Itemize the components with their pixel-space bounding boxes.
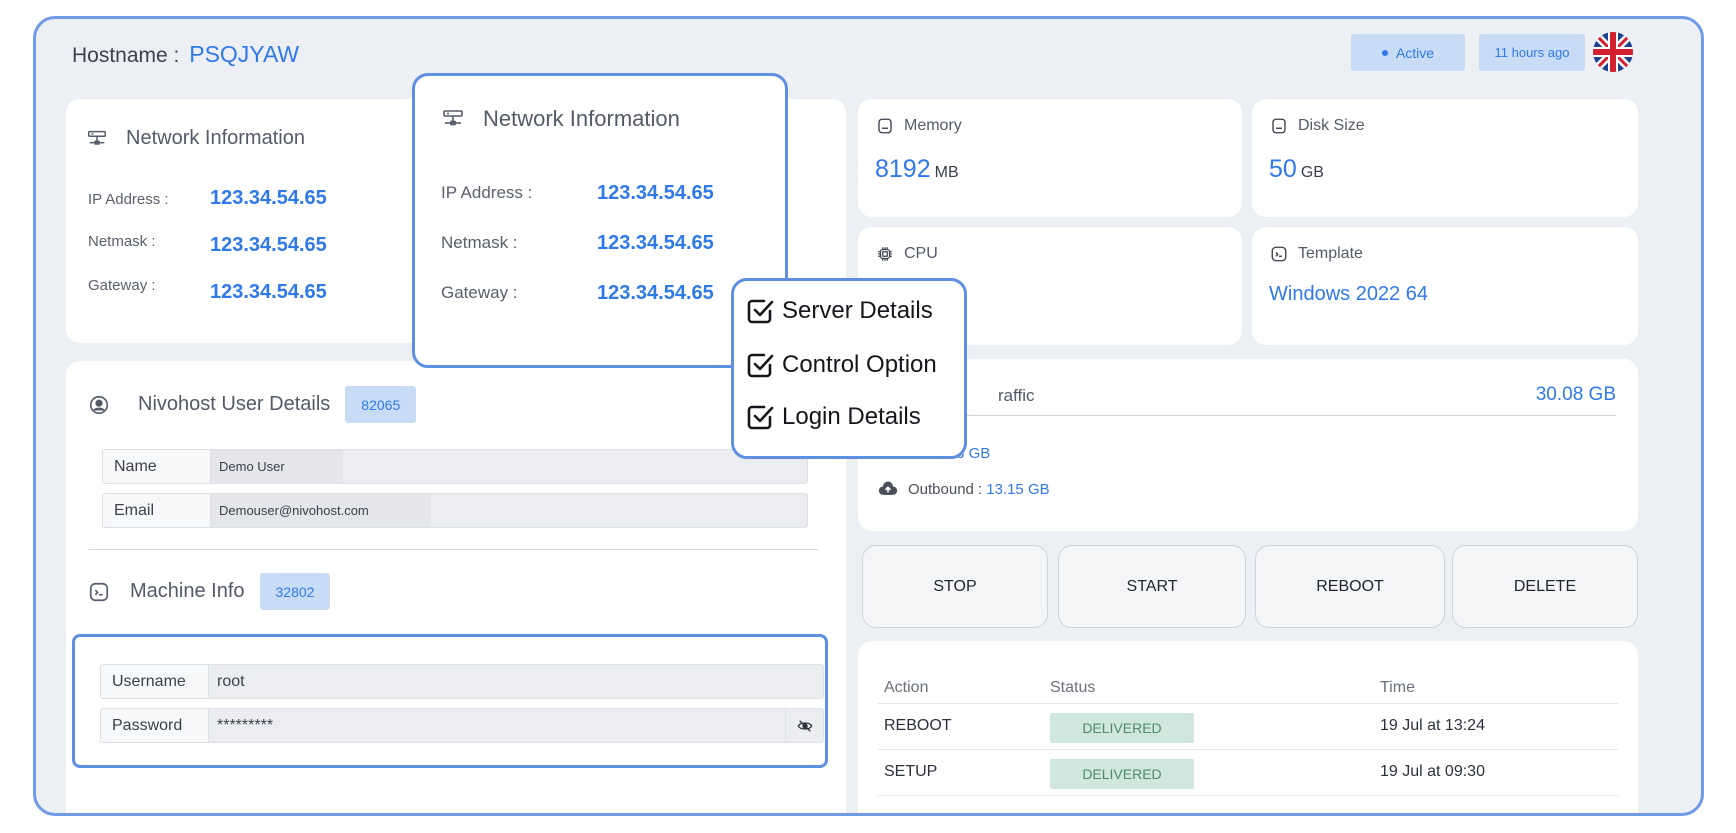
disk-card: Disk Size 50 GB bbox=[1252, 99, 1638, 217]
traffic-card: raffic 30.08 GB d : 16.93 GB Outbound : … bbox=[858, 359, 1638, 531]
template-value: Windows 2022 64 bbox=[1269, 283, 1428, 305]
machine-info-title: Machine Info bbox=[130, 580, 245, 602]
disk-icon bbox=[1272, 118, 1286, 134]
checklist-item-server-details: Server Details bbox=[744, 295, 933, 327]
network-icon bbox=[443, 110, 463, 126]
reboot-button[interactable]: REBOOT bbox=[1255, 545, 1445, 628]
disk-title: Disk Size bbox=[1270, 117, 1365, 135]
outbound-label: Outbound : bbox=[908, 480, 983, 498]
popup-network-title-text: Network Information bbox=[483, 106, 680, 131]
outbound-value: 13.15 GB bbox=[986, 480, 1050, 498]
checklist-label: Server Details bbox=[782, 297, 933, 324]
cloud-upload-icon bbox=[878, 481, 898, 495]
popup-network-title: Network Information bbox=[441, 106, 680, 132]
status-badge: Active bbox=[1351, 34, 1465, 71]
popup-ip-label: IP Address : bbox=[441, 183, 533, 202]
name-label: Name bbox=[103, 450, 211, 483]
user-circle-icon bbox=[89, 395, 109, 414]
row-action: REBOOT bbox=[884, 717, 952, 734]
actions-card: Action Status Time REBOOT DELIVERED 19 J… bbox=[858, 641, 1638, 813]
template-label: Template bbox=[1298, 245, 1363, 262]
email-label: Email bbox=[103, 494, 211, 527]
cpu-title: CPU bbox=[876, 245, 938, 263]
gateway-value: 123.34.54.65 bbox=[210, 281, 327, 303]
stop-button[interactable]: STOP bbox=[862, 545, 1048, 628]
outbound-row: Outbound : 13.15 GB bbox=[878, 479, 1050, 499]
cpu-icon bbox=[878, 247, 892, 261]
disk-unit: GB bbox=[1300, 164, 1324, 181]
divider bbox=[88, 549, 818, 550]
uk-flag-icon[interactable] bbox=[1593, 32, 1633, 72]
network-icon bbox=[88, 130, 106, 145]
disk-number: 50 bbox=[1269, 155, 1297, 183]
email-value[interactable]: Demouser@nivohost.com bbox=[211, 494, 431, 527]
netmask-value: 123.34.54.65 bbox=[210, 234, 327, 256]
memory-icon bbox=[878, 118, 892, 134]
popup-ip-value: 123.34.54.65 bbox=[597, 182, 714, 204]
hostname-label: Hostname : bbox=[72, 44, 180, 67]
header-time: Time bbox=[1380, 679, 1415, 696]
last-seen-badge: 11 hours ago bbox=[1479, 34, 1585, 71]
user-details-title: Nivohost User Details bbox=[138, 393, 331, 415]
user-id-badge: 82065 bbox=[345, 386, 417, 423]
row-time: 19 Jul at 09:30 bbox=[1380, 763, 1485, 780]
row-time: 19 Jul at 13:24 bbox=[1380, 717, 1485, 734]
network-card-title: Network Information bbox=[86, 127, 305, 150]
machine-info-header: Machine Info 32802 bbox=[88, 573, 331, 610]
checkbox-checked-icon bbox=[747, 353, 774, 378]
disk-label: Disk Size bbox=[1298, 117, 1365, 134]
machine-id-badge: 32802 bbox=[259, 573, 331, 610]
cpu-label: CPU bbox=[904, 245, 938, 262]
email-field: Email Demouser@nivohost.com bbox=[102, 493, 808, 528]
traffic-total: 30.08 GB bbox=[1535, 384, 1616, 405]
terminal-icon bbox=[1271, 246, 1287, 262]
row-status-badge: DELIVERED bbox=[1050, 713, 1194, 743]
disk-value: 50 GB bbox=[1269, 155, 1324, 184]
gateway-label: Gateway : bbox=[88, 277, 156, 294]
traffic-divider bbox=[876, 415, 1616, 416]
status-text: Active bbox=[1395, 44, 1435, 61]
template-card: Template Windows 2022 64 bbox=[1252, 227, 1638, 345]
name-value[interactable]: Demo User bbox=[211, 450, 343, 483]
popup-netmask-label: Netmask : bbox=[441, 233, 518, 252]
popup-netmask-value: 123.34.54.65 bbox=[597, 232, 714, 254]
table-divider bbox=[878, 749, 1618, 750]
feature-checklist-popup: Server Details Control Option Login Deta… bbox=[731, 278, 967, 459]
checklist-label: Login Details bbox=[782, 403, 921, 430]
popup-gateway-value: 123.34.54.65 bbox=[597, 282, 714, 304]
start-button[interactable]: START bbox=[1058, 545, 1246, 628]
status-dot-icon bbox=[1381, 49, 1388, 56]
ip-value: 123.34.54.65 bbox=[210, 187, 327, 209]
memory-number: 8192 bbox=[875, 155, 931, 183]
header-status: Status bbox=[1050, 679, 1096, 696]
table-divider bbox=[878, 703, 1618, 704]
network-title-text: Network Information bbox=[126, 127, 305, 149]
ip-label: IP Address : bbox=[88, 191, 169, 208]
memory-title: Memory bbox=[876, 117, 962, 135]
hostname-value: PSQJYAW bbox=[189, 41, 300, 67]
table-divider bbox=[878, 795, 1618, 796]
hostname: Hostname : PSQJYAW bbox=[72, 41, 299, 68]
popup-gateway-label: Gateway : bbox=[441, 283, 518, 302]
delete-button[interactable]: DELETE bbox=[1452, 545, 1638, 628]
terminal-icon bbox=[89, 582, 109, 601]
header-action: Action bbox=[884, 679, 929, 696]
checklist-item-login-details: Login Details bbox=[744, 401, 921, 433]
row-status-badge: DELIVERED bbox=[1050, 759, 1194, 789]
checklist-label: Control Option bbox=[782, 351, 937, 378]
login-highlight-box bbox=[72, 634, 828, 768]
memory-label: Memory bbox=[904, 117, 962, 134]
name-field: Name Demo User bbox=[102, 449, 808, 484]
template-title: Template bbox=[1270, 245, 1363, 263]
user-details-header: Nivohost User Details 82065 bbox=[88, 386, 417, 423]
memory-unit: MB bbox=[934, 164, 959, 181]
memory-value: 8192 MB bbox=[875, 155, 959, 184]
traffic-title: raffic bbox=[998, 386, 1035, 405]
netmask-label: Netmask : bbox=[88, 233, 156, 250]
checklist-item-control-option: Control Option bbox=[744, 349, 937, 381]
memory-card: Memory 8192 MB bbox=[858, 99, 1242, 217]
row-action: SETUP bbox=[884, 763, 938, 780]
checkbox-checked-icon bbox=[747, 299, 774, 324]
checkbox-checked-icon bbox=[747, 405, 774, 430]
